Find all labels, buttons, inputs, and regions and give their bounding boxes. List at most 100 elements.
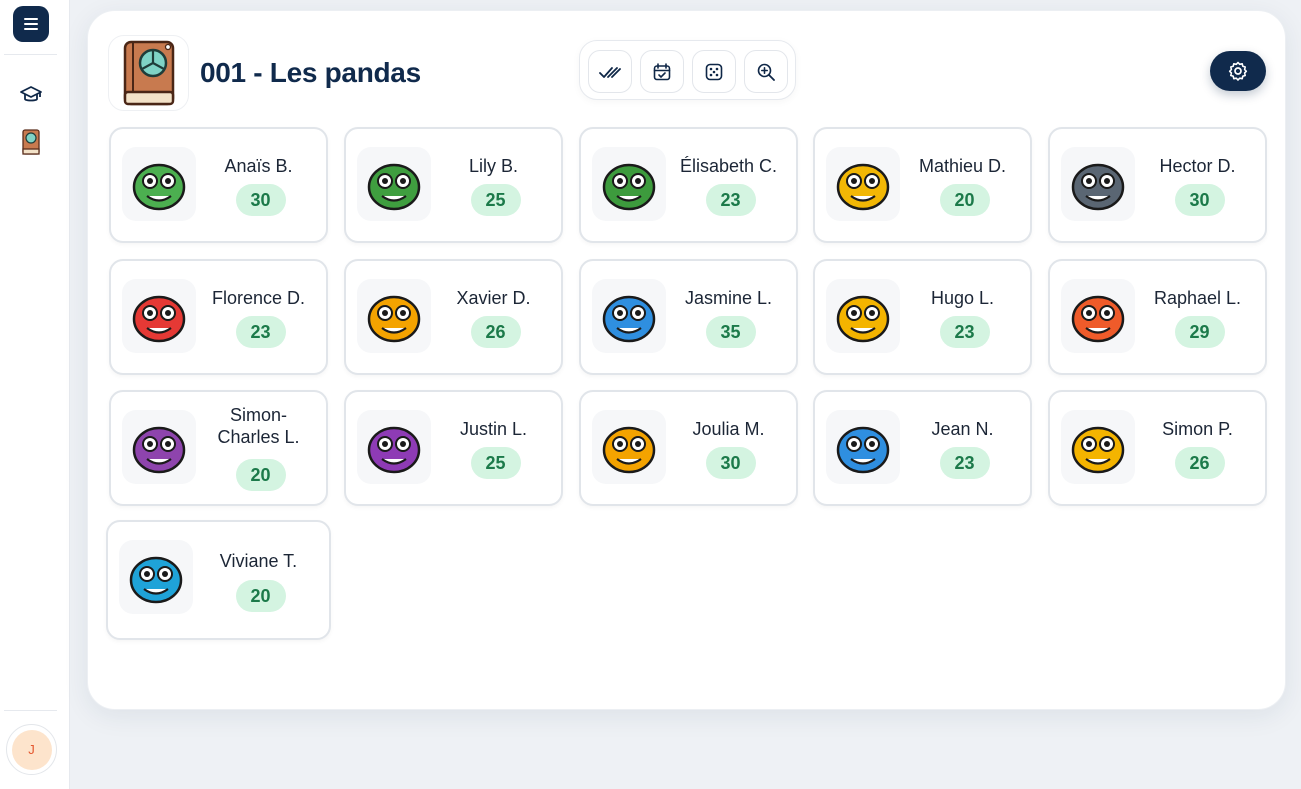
- student-card[interactable]: Hector D. 30: [1048, 127, 1267, 243]
- student-card[interactable]: Lily B. 25: [344, 127, 563, 243]
- student-avatar: [122, 279, 196, 353]
- student-name: Hector D.: [1159, 156, 1236, 176]
- graduation-cap-icon: [20, 86, 42, 102]
- student-avatar: [826, 279, 900, 353]
- student-score-badge: 35: [705, 316, 756, 348]
- student-avatar: [1061, 410, 1135, 484]
- student-score-badge: 26: [470, 316, 521, 348]
- zoom-in-icon: [757, 63, 775, 81]
- student-avatar: [357, 147, 431, 221]
- student-score-badge: 25: [470, 447, 521, 479]
- student-name: Jean N.: [931, 419, 994, 439]
- user-initial: J: [28, 742, 35, 757]
- student-card[interactable]: Jean N. 23: [813, 390, 1032, 506]
- monster-icon: [1071, 426, 1125, 474]
- monster-icon: [602, 163, 656, 211]
- student-name: Justin L.: [459, 419, 528, 439]
- student-card[interactable]: Florence D. 23: [109, 259, 328, 375]
- student-avatar: [357, 410, 431, 484]
- settings-button[interactable]: [1210, 51, 1266, 91]
- random-picker-button[interactable]: [692, 50, 736, 93]
- student-score-badge: 20: [235, 580, 286, 612]
- student-name: Simon-Charles L.: [217, 405, 300, 447]
- student-score-badge: 25: [470, 184, 521, 216]
- student-name: Raphael L.: [1153, 288, 1242, 308]
- zoom-button[interactable]: [744, 50, 788, 93]
- gear-icon: [1228, 61, 1248, 81]
- student-card[interactable]: Viviane T. 20: [106, 520, 331, 640]
- monster-icon: [132, 295, 186, 343]
- menu-icon: [24, 18, 38, 30]
- class-icon: [108, 35, 189, 111]
- student-score-badge: 29: [1174, 316, 1225, 348]
- student-avatar: [119, 540, 193, 614]
- sidebar-item-classes[interactable]: [19, 83, 43, 107]
- monster-icon: [132, 426, 186, 474]
- page-title: 001 - Les pandas: [200, 57, 421, 88]
- student-score-badge: 30: [235, 184, 286, 216]
- student-name: Florence D.: [211, 288, 306, 308]
- attendance-button[interactable]: [640, 50, 684, 93]
- monster-icon: [132, 163, 186, 211]
- monster-icon: [836, 163, 890, 211]
- student-card[interactable]: Anaïs B. 30: [109, 127, 328, 243]
- menu-button[interactable]: [13, 6, 49, 42]
- student-name: Anaïs B.: [224, 156, 293, 176]
- student-name: Jasmine L.: [684, 288, 773, 308]
- monster-icon: [1071, 163, 1125, 211]
- student-name: Hugo L.: [930, 288, 995, 308]
- book-icon: [22, 129, 40, 155]
- monster-icon: [129, 556, 183, 604]
- sidebar-divider-bottom: [4, 710, 57, 711]
- student-card[interactable]: Hugo L. 23: [813, 259, 1032, 375]
- student-avatar: [1061, 147, 1135, 221]
- student-score-badge: 26: [1174, 447, 1225, 479]
- avatar: J: [11, 729, 52, 770]
- student-avatar: [592, 410, 666, 484]
- student-avatar: [357, 279, 431, 353]
- student-avatar: [1061, 279, 1135, 353]
- student-avatar: [826, 147, 900, 221]
- select-all-button[interactable]: [588, 50, 632, 93]
- double-check-icon: [599, 66, 621, 78]
- dice-icon: [705, 63, 723, 80]
- monster-icon: [367, 426, 421, 474]
- student-avatar: [826, 410, 900, 484]
- student-avatar: [592, 147, 666, 221]
- user-avatar-button[interactable]: J: [6, 724, 57, 775]
- student-score-badge: 20: [939, 184, 990, 216]
- student-score-badge: 23: [235, 316, 286, 348]
- student-card[interactable]: Simon P. 26: [1048, 390, 1267, 506]
- student-name: Simon P.: [1162, 419, 1233, 439]
- monster-icon: [1071, 295, 1125, 343]
- student-name: Xavier D.: [456, 288, 531, 308]
- toolbar: [579, 40, 796, 100]
- student-name: Élisabeth C.: [679, 156, 778, 176]
- monster-icon: [602, 295, 656, 343]
- calendar-check-icon: [653, 62, 671, 80]
- student-card[interactable]: Simon-Charles L. 20: [109, 390, 328, 506]
- student-score-badge: 23: [939, 316, 990, 348]
- student-card[interactable]: Xavier D. 26: [344, 259, 563, 375]
- monster-icon: [836, 295, 890, 343]
- student-avatar: [592, 279, 666, 353]
- student-avatar: [122, 410, 196, 484]
- main-panel: 001 - Les pandas Anaïs B. 30 Lily B. 25 …: [87, 10, 1286, 710]
- sidebar-item-class-book[interactable]: [19, 129, 43, 155]
- student-name: Joulia M.: [692, 419, 765, 439]
- student-card[interactable]: Mathieu D. 20: [813, 127, 1032, 243]
- student-card[interactable]: Élisabeth C. 23: [579, 127, 798, 243]
- student-name: Mathieu D.: [918, 156, 1007, 176]
- student-name: Lily B.: [468, 156, 519, 176]
- monster-icon: [836, 426, 890, 474]
- book-icon: [123, 40, 174, 106]
- student-avatar: [122, 147, 196, 221]
- student-card[interactable]: Joulia M. 30: [579, 390, 798, 506]
- student-card[interactable]: Justin L. 25: [344, 390, 563, 506]
- student-score-badge: 30: [1174, 184, 1225, 216]
- student-card[interactable]: Raphael L. 29: [1048, 259, 1267, 375]
- sidebar-divider-top: [4, 54, 57, 55]
- student-card[interactable]: Jasmine L. 35: [579, 259, 798, 375]
- monster-icon: [367, 295, 421, 343]
- student-score-badge: 20: [235, 459, 286, 491]
